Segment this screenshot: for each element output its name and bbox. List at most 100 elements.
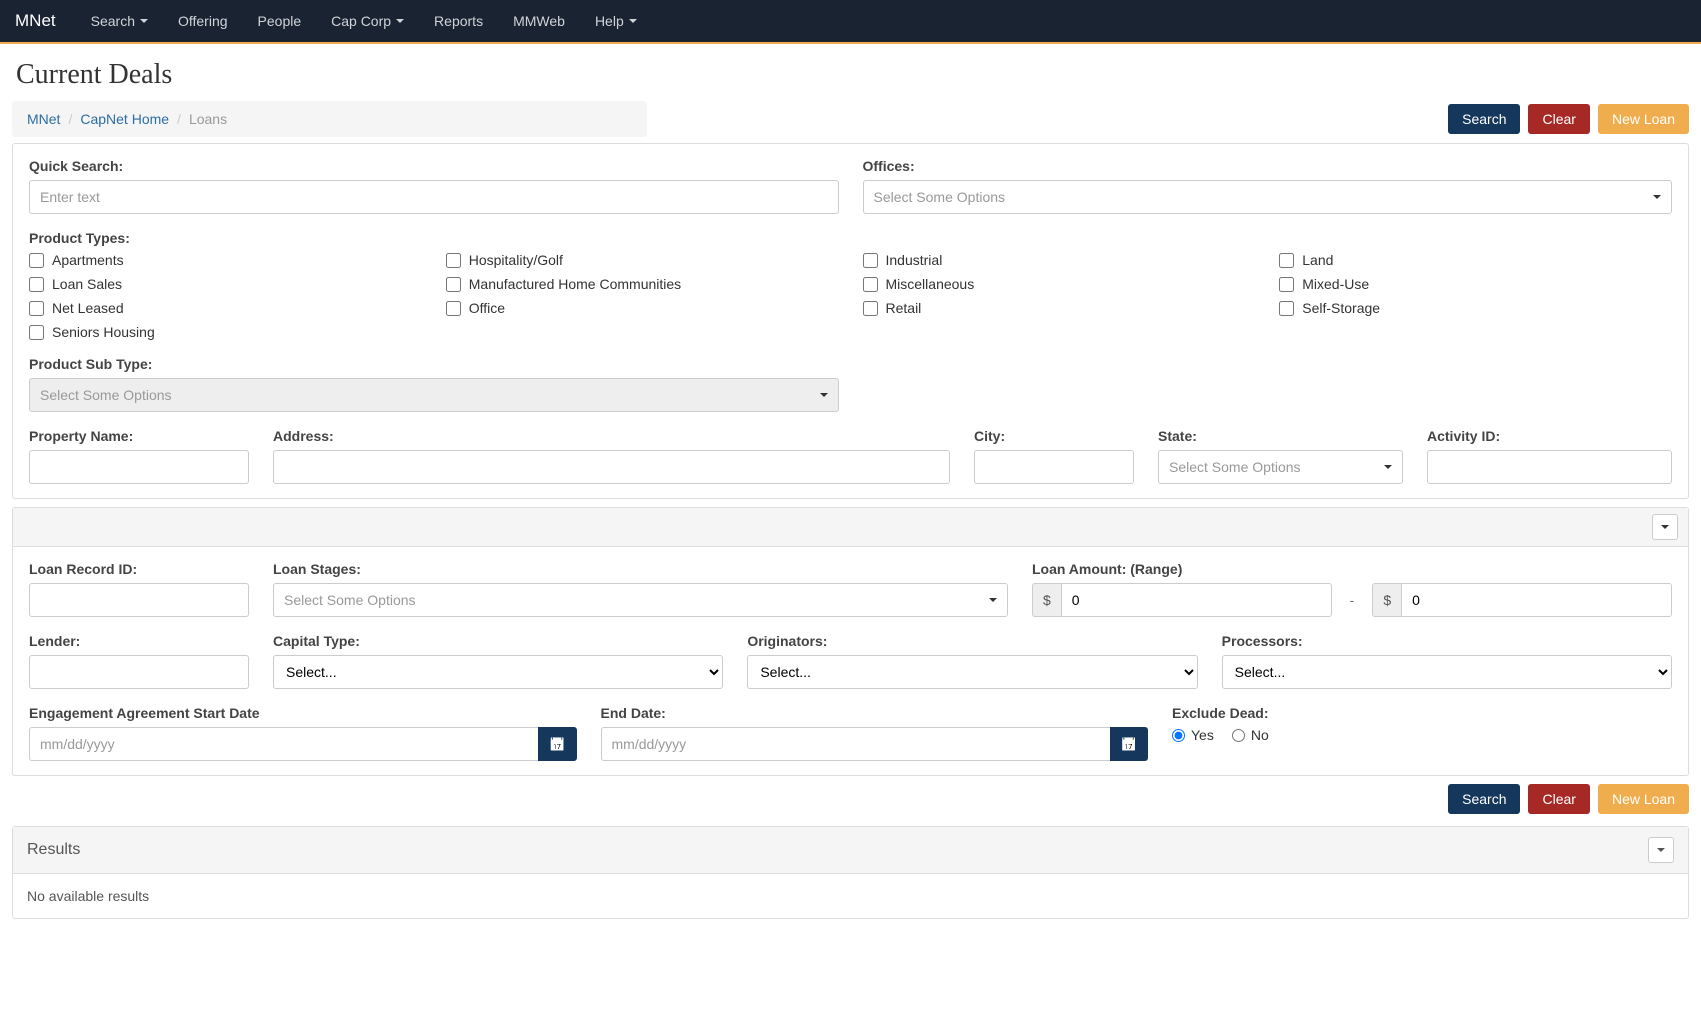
address-input[interactable] (273, 450, 950, 484)
product-type-office[interactable]: Office (446, 300, 839, 316)
product-type-loan-sales[interactable]: Loan Sales (29, 276, 422, 292)
exclude-dead-yes[interactable]: Yes (1172, 727, 1214, 743)
action-buttons-bottom: Search Clear New Loan (0, 784, 1701, 814)
capital-type-select[interactable]: Select... (273, 655, 723, 689)
nav-item-help[interactable]: Help (580, 3, 652, 39)
breadcrumb: MNet/CapNet Home/Loans (12, 101, 647, 137)
product-type-checkbox[interactable] (863, 253, 878, 268)
exclude-dead-no-radio[interactable] (1232, 729, 1245, 742)
product-type-label: Hospitality/Golf (469, 252, 563, 268)
header-row: MNet/CapNet Home/Loans Search Clear New … (0, 101, 1701, 137)
search-panel-2: Loan Record ID: Loan Stages: Select Some… (12, 507, 1689, 776)
product-type-seniors-housing[interactable]: Seniors Housing (29, 324, 422, 340)
nav-item-cap-corp[interactable]: Cap Corp (316, 3, 419, 39)
product-type-checkbox[interactable] (446, 301, 461, 316)
nav-item-search[interactable]: Search (76, 3, 163, 39)
loan-stages-label: Loan Stages: (273, 561, 1008, 577)
product-type-checkbox[interactable] (863, 277, 878, 292)
nav-item-people[interactable]: People (243, 3, 317, 39)
product-type-label: Mixed-Use (1302, 276, 1369, 292)
product-type-land[interactable]: Land (1279, 252, 1672, 268)
loan-record-id-input[interactable] (29, 583, 249, 617)
results-empty-message: No available results (13, 874, 1688, 918)
exclude-dead-no[interactable]: No (1232, 727, 1269, 743)
product-type-checkbox[interactable] (863, 301, 878, 316)
clear-button-bottom[interactable]: Clear (1528, 784, 1589, 814)
product-types-grid: Apartments Hospitality/Golf Industrial Land… (29, 252, 1672, 340)
state-select[interactable]: Select Some Options (1158, 450, 1403, 484)
city-label: City: (974, 428, 1134, 444)
city-input[interactable] (974, 450, 1134, 484)
product-type-net-leased[interactable]: Net Leased (29, 300, 422, 316)
breadcrumb-item[interactable]: MNet (27, 111, 60, 127)
clear-button[interactable]: Clear (1528, 104, 1589, 134)
address-label: Address: (273, 428, 950, 444)
nav-item-reports[interactable]: Reports (419, 3, 498, 39)
panel-collapse-toggle[interactable] (1652, 514, 1678, 540)
quick-search-input[interactable] (29, 180, 839, 214)
product-type-label: Land (1302, 252, 1333, 268)
new-loan-button[interactable]: New Loan (1598, 104, 1689, 134)
loan-stages-select[interactable]: Select Some Options (273, 583, 1008, 617)
search-button[interactable]: Search (1448, 104, 1520, 134)
processors-label: Processors: (1222, 633, 1672, 649)
end-date-input[interactable] (601, 727, 1110, 761)
product-type-miscellaneous[interactable]: Miscellaneous (863, 276, 1256, 292)
product-type-checkbox[interactable] (1279, 277, 1294, 292)
results-title: Results (27, 841, 80, 859)
product-type-manufactured-home-communities[interactable]: Manufactured Home Communities (446, 276, 839, 292)
exclude-dead-yes-radio[interactable] (1172, 729, 1185, 742)
exclude-dead-yes-label: Yes (1191, 727, 1214, 743)
product-sub-type-placeholder: Select Some Options (40, 387, 172, 403)
end-date-picker-button[interactable] (1110, 727, 1148, 761)
product-type-label: Net Leased (52, 300, 124, 316)
start-date-input[interactable] (29, 727, 538, 761)
product-type-label: Seniors Housing (52, 324, 155, 340)
product-sub-type-select[interactable]: Select Some Options (29, 378, 839, 412)
product-type-checkbox[interactable] (446, 277, 461, 292)
loan-amount-to-input[interactable] (1401, 583, 1672, 617)
product-type-checkbox[interactable] (1279, 301, 1294, 316)
activity-id-input[interactable] (1427, 450, 1672, 484)
product-type-checkbox[interactable] (29, 301, 44, 316)
state-label: State: (1158, 428, 1403, 444)
loan-amount-from-input[interactable] (1061, 583, 1332, 617)
originators-select[interactable]: Select... (747, 655, 1197, 689)
breadcrumb-item[interactable]: CapNet Home (80, 111, 169, 127)
property-name-label: Property Name: (29, 428, 249, 444)
product-type-self-storage[interactable]: Self-Storage (1279, 300, 1672, 316)
new-loan-button-bottom[interactable]: New Loan (1598, 784, 1689, 814)
page-title: Current Deals (0, 44, 1701, 101)
lender-label: Lender: (29, 633, 249, 649)
nav-item-offering[interactable]: Offering (163, 3, 243, 39)
breadcrumb-item: Loans (189, 111, 227, 127)
state-placeholder: Select Some Options (1169, 459, 1301, 475)
nav-item-mmweb[interactable]: MMWeb (498, 3, 580, 39)
activity-id-label: Activity ID: (1427, 428, 1672, 444)
chevron-down-icon (1384, 465, 1392, 469)
product-type-checkbox[interactable] (29, 325, 44, 340)
product-sub-type-label: Product Sub Type: (29, 356, 839, 372)
product-type-mixed-use[interactable]: Mixed-Use (1279, 276, 1672, 292)
calendar-icon (1121, 736, 1137, 753)
product-type-industrial[interactable]: Industrial (863, 252, 1256, 268)
product-type-label: Industrial (886, 252, 943, 268)
product-type-checkbox[interactable] (29, 253, 44, 268)
processors-select[interactable]: Select... (1222, 655, 1672, 689)
brand-link[interactable]: MNet (15, 11, 56, 31)
product-type-hospitality-golf[interactable]: Hospitality/Golf (446, 252, 839, 268)
results-panel: Results No available results (12, 826, 1689, 919)
product-type-checkbox[interactable] (446, 253, 461, 268)
loan-stages-placeholder: Select Some Options (284, 592, 416, 608)
product-type-apartments[interactable]: Apartments (29, 252, 422, 268)
lender-input[interactable] (29, 655, 249, 689)
property-name-input[interactable] (29, 450, 249, 484)
results-collapse-toggle[interactable] (1648, 837, 1674, 863)
product-type-checkbox[interactable] (1279, 253, 1294, 268)
search-button-bottom[interactable]: Search (1448, 784, 1520, 814)
start-date-picker-button[interactable] (538, 727, 576, 761)
product-type-retail[interactable]: Retail (863, 300, 1256, 316)
offices-select[interactable]: Select Some Options (863, 180, 1673, 214)
product-type-checkbox[interactable] (29, 277, 44, 292)
exclude-dead-no-label: No (1251, 727, 1269, 743)
